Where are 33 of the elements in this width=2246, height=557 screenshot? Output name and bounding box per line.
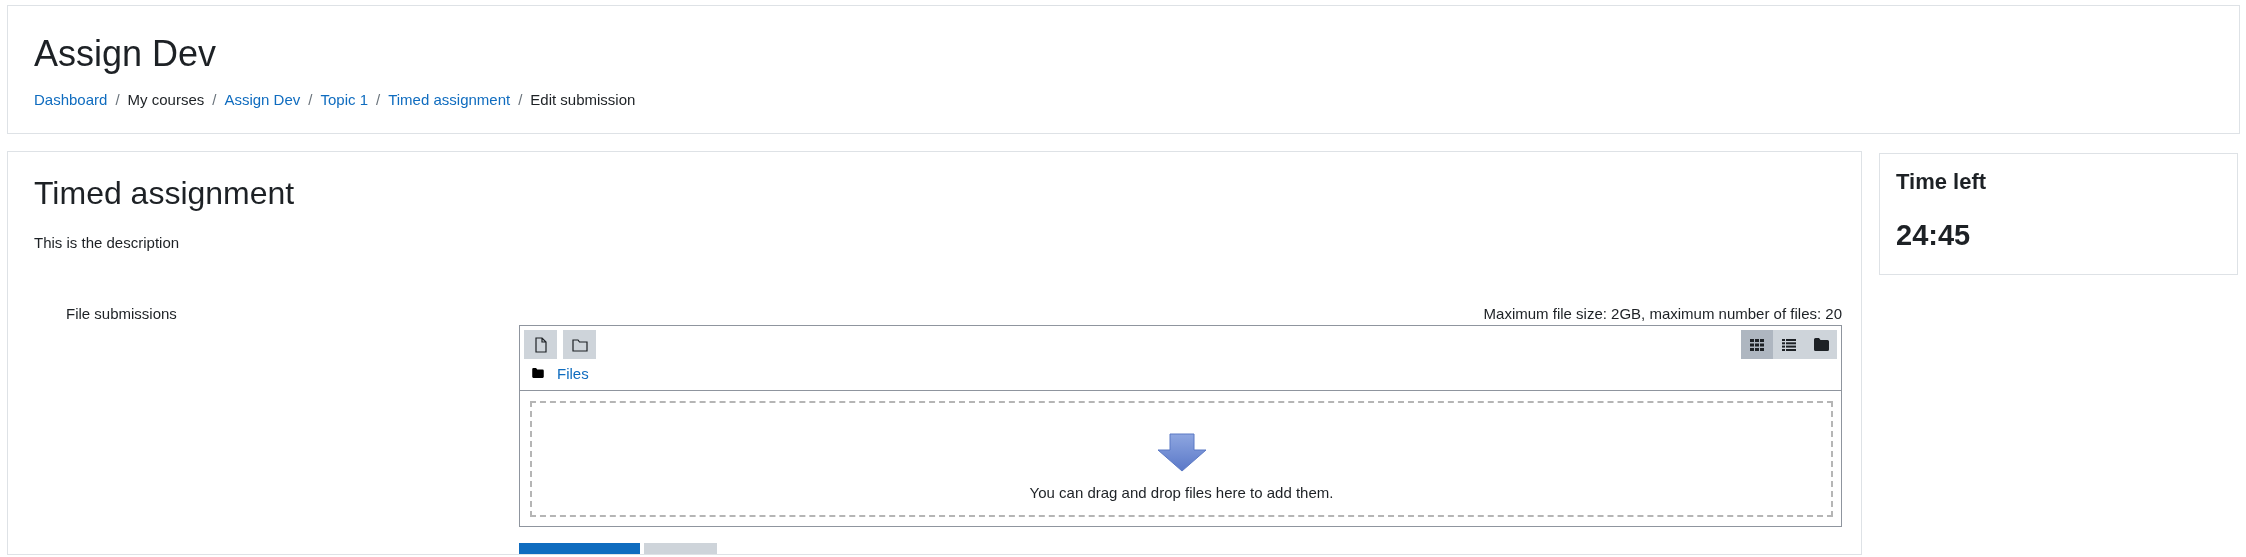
timer-title: Time left bbox=[1896, 168, 1987, 196]
breadcrumb-link[interactable]: Topic 1 bbox=[320, 89, 368, 111]
page-title: Assign Dev bbox=[34, 32, 217, 75]
tree-view-button[interactable] bbox=[1805, 330, 1837, 359]
breadcrumb-separator: / bbox=[517, 90, 524, 110]
down-arrow-icon bbox=[1155, 433, 1208, 473]
breadcrumb-item: My courses bbox=[127, 90, 205, 110]
drop-hint: You can drag and drop files here to add them. bbox=[1029, 483, 1334, 503]
breadcrumb-separator: / bbox=[307, 90, 314, 110]
file-icon bbox=[533, 336, 548, 353]
breadcrumb-link[interactable]: Timed assignment bbox=[388, 89, 511, 111]
assignment-title: Timed assignment bbox=[34, 174, 295, 212]
breadcrumb-separator: / bbox=[211, 90, 218, 110]
grid-icon bbox=[1750, 338, 1764, 351]
breadcrumb-separator: / bbox=[114, 90, 121, 110]
breadcrumb-link[interactable]: Dashboard bbox=[34, 89, 108, 111]
folder-icon bbox=[532, 368, 544, 378]
folder-icon bbox=[571, 337, 588, 352]
list-view-button[interactable] bbox=[1773, 330, 1805, 359]
file-limits-text: Maximum file size: 2GB, maximum number of files: 20 bbox=[1483, 304, 1842, 324]
breadcrumb-item: Edit submission bbox=[530, 90, 636, 110]
list-icon bbox=[1782, 338, 1796, 351]
drop-zone[interactable]: You can drag and drop files here to add them. bbox=[530, 401, 1833, 517]
grid-view-button[interactable] bbox=[1741, 330, 1773, 359]
add-file-button[interactable] bbox=[524, 330, 557, 359]
breadcrumb-separator: / bbox=[375, 90, 382, 110]
folder-icon bbox=[1813, 338, 1829, 351]
create-folder-button[interactable] bbox=[563, 330, 596, 359]
time-remaining: 24:45 bbox=[1896, 218, 1971, 252]
folder-path-link[interactable]: Files bbox=[557, 364, 589, 382]
breadcrumb-link[interactable]: Assign Dev bbox=[224, 89, 301, 111]
assignment-description: This is the description bbox=[34, 233, 180, 253]
field-label: File submissions bbox=[66, 305, 177, 322]
